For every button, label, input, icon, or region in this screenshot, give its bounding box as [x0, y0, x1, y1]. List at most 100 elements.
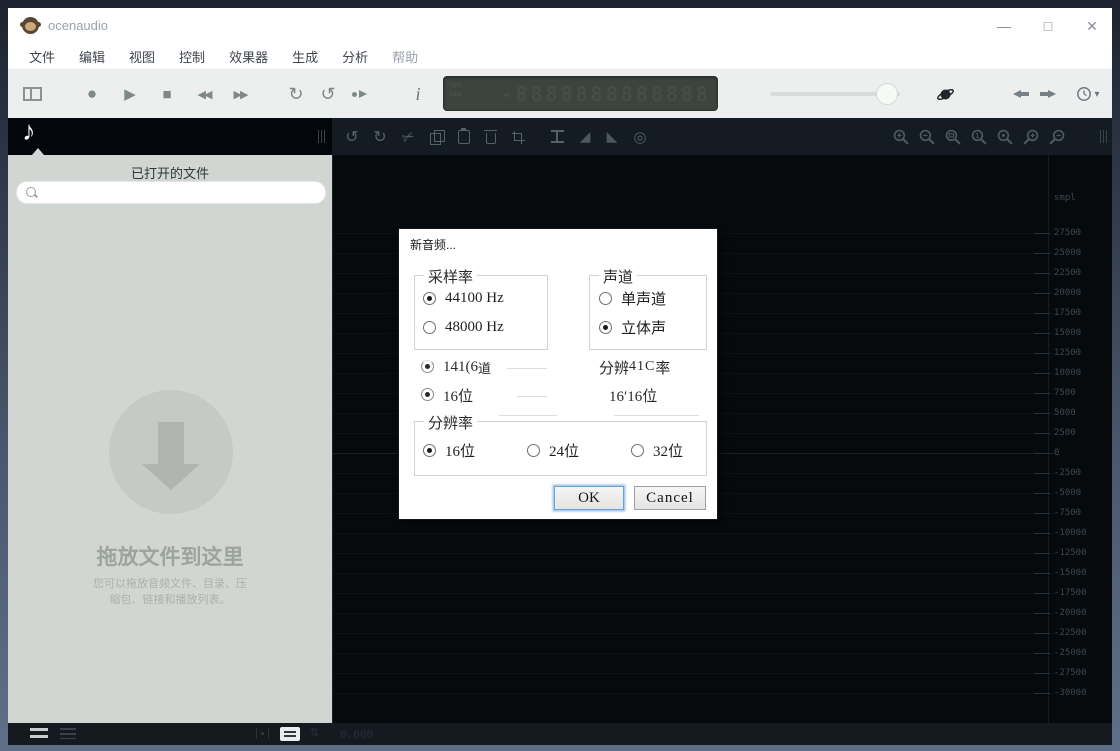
play-button[interactable]: ▶: [118, 69, 142, 119]
drop-zone-title: 拖放文件到这里: [8, 541, 332, 571]
ruler-tick: [1034, 693, 1050, 694]
vertical-zoom-out-button[interactable]: [1048, 128, 1074, 146]
adjust-levels-button[interactable]: [545, 118, 569, 155]
radio-label: 单声道: [621, 288, 666, 309]
ruler-tick: [1034, 653, 1050, 654]
menu-item-7[interactable]: 帮助: [384, 47, 426, 66]
compact-list-button[interactable]: [60, 728, 76, 739]
vertical-zoom-in-button[interactable]: [1022, 128, 1048, 146]
ghost-text-right: 分辨41C率: [599, 357, 670, 378]
paste-button[interactable]: [452, 118, 476, 155]
ruler-tick: [1034, 513, 1050, 514]
dialog-title[interactable]: 新音频...: [410, 236, 456, 253]
ok-button[interactable]: OK: [554, 486, 624, 510]
ruler-label: -12500: [1054, 548, 1087, 558]
resolution-options-2[interactable]: 32位: [631, 441, 735, 460]
ghost-radio-icon: [421, 360, 434, 373]
app-window: ocenaudio — □ ✕ 文件编辑视图控制效果器生成分析帮助 ● ▶ ■ …: [8, 8, 1112, 745]
sample-rate-options-1[interactable]: 48000 Hz: [423, 318, 504, 337]
channel-options-1[interactable]: 立体声: [599, 318, 666, 337]
stop-button[interactable]: ■: [155, 69, 179, 119]
zoom-one-to-one-button[interactable]: 1: [970, 128, 996, 146]
toolbar-drag-handle-right[interactable]: [1100, 130, 1108, 143]
search-icon: [26, 187, 38, 199]
zoom-out-button[interactable]: [918, 128, 944, 146]
trim-button[interactable]: [506, 118, 530, 155]
cut-button[interactable]: ✂: [389, 115, 426, 159]
menu-item-6[interactable]: 分析: [334, 47, 376, 66]
fade-out-button[interactable]: ◣: [600, 118, 624, 155]
paste-icon: [458, 130, 470, 144]
file-search-box[interactable]: [16, 181, 326, 204]
zoom-selection-button[interactable]: [944, 128, 970, 146]
menu-item-3[interactable]: 控制: [171, 47, 213, 66]
ruler-tick: [1034, 233, 1050, 234]
record-button[interactable]: ●: [80, 69, 104, 119]
play-from-cursor-button[interactable]: [348, 69, 372, 119]
ruler-label: -25000: [1054, 648, 1087, 658]
ruler-tick: [1034, 553, 1050, 554]
info-button[interactable]: i: [406, 69, 430, 119]
ruler-label: -20000: [1054, 608, 1087, 618]
ghost-radio-icon-2: [421, 388, 434, 401]
miniature-view-toggle[interactable]: [280, 727, 300, 741]
download-arrow-icon: [158, 422, 184, 464]
loop-selection-button[interactable]: ↺: [316, 69, 340, 119]
volume-slider-knob[interactable]: [876, 83, 898, 105]
menu-item-2[interactable]: 视图: [121, 47, 163, 66]
titlebar[interactable]: ocenaudio — □ ✕: [8, 8, 1112, 45]
menu-item-1[interactable]: 编辑: [71, 47, 113, 66]
navigate-back-button[interactable]: [1009, 69, 1033, 119]
ghost-border-fragment: [507, 368, 547, 369]
menu-item-4[interactable]: 效果器: [221, 47, 276, 66]
planet-icon[interactable]: [933, 69, 957, 119]
ruler-label: 27500: [1054, 228, 1081, 238]
search-input[interactable]: [47, 184, 317, 202]
normalize-button[interactable]: ◎: [628, 118, 652, 155]
resolution-options-1[interactable]: 24位: [527, 441, 631, 460]
ruler-label: 10000: [1054, 368, 1081, 378]
menu-item-0[interactable]: 文件: [21, 47, 63, 66]
ruler-tick: [1034, 493, 1050, 494]
zoom-all-button[interactable]: [996, 128, 1022, 146]
arrow-right-icon: [1039, 88, 1056, 100]
list-view-button[interactable]: [30, 728, 48, 739]
delete-button[interactable]: [479, 118, 503, 155]
radio-label: 32位: [653, 440, 683, 461]
toolbar-drag-handle[interactable]: [318, 130, 326, 143]
navigate-forward-button[interactable]: [1035, 69, 1059, 119]
radio-button-icon: [423, 292, 436, 305]
ruler-label: 5000: [1054, 408, 1076, 418]
time-display[interactable]: hms smp -8888888888888: [443, 76, 718, 111]
ruler-tick: [1034, 393, 1050, 394]
radio-button-icon: [599, 292, 612, 305]
ruler-tick: [1034, 273, 1050, 274]
file-drop-zone[interactable]: 拖放文件到这里 您可以拖放音频文件、目录、压 缩包、链接和播放列表。: [8, 335, 332, 655]
maximize-button[interactable]: □: [1026, 8, 1070, 45]
channel-options-0[interactable]: 单声道: [599, 289, 666, 308]
redo-button[interactable]: ↻: [368, 118, 392, 155]
play-from-icon: [352, 89, 369, 99]
radio-label: 44100 Hz: [445, 290, 504, 307]
rewind-button[interactable]: ◀◀: [189, 69, 219, 119]
minimize-button[interactable]: —: [982, 8, 1026, 45]
cancel-button[interactable]: Cancel: [634, 486, 706, 510]
zoom-in-button[interactable]: [892, 128, 918, 146]
menu-item-5[interactable]: 生成: [284, 47, 326, 66]
arrow-left-icon: [1013, 88, 1030, 100]
toggle-sidebar-button[interactable]: [20, 69, 44, 119]
volume-slider[interactable]: [770, 92, 900, 96]
fast-forward-button[interactable]: ▶▶: [225, 69, 255, 119]
copy-button[interactable]: [424, 118, 448, 155]
undo-button[interactable]: ↺: [340, 118, 364, 155]
selection-indicator-icon[interactable]: [256, 728, 269, 739]
close-button[interactable]: ✕: [1070, 8, 1114, 45]
fade-in-button[interactable]: ◢: [573, 118, 597, 155]
sample-rate-options-0[interactable]: 44100 Hz: [423, 289, 504, 308]
loop-button[interactable]: ↻: [284, 69, 308, 119]
resolution-options-0[interactable]: 16位: [423, 441, 527, 460]
history-button[interactable]: ▾: [1070, 69, 1106, 119]
ruler-label: -17500: [1054, 588, 1087, 598]
chevron-down-icon: ▾: [1094, 89, 1099, 100]
scroll-mode-icon[interactable]: ⇅: [310, 726, 319, 739]
